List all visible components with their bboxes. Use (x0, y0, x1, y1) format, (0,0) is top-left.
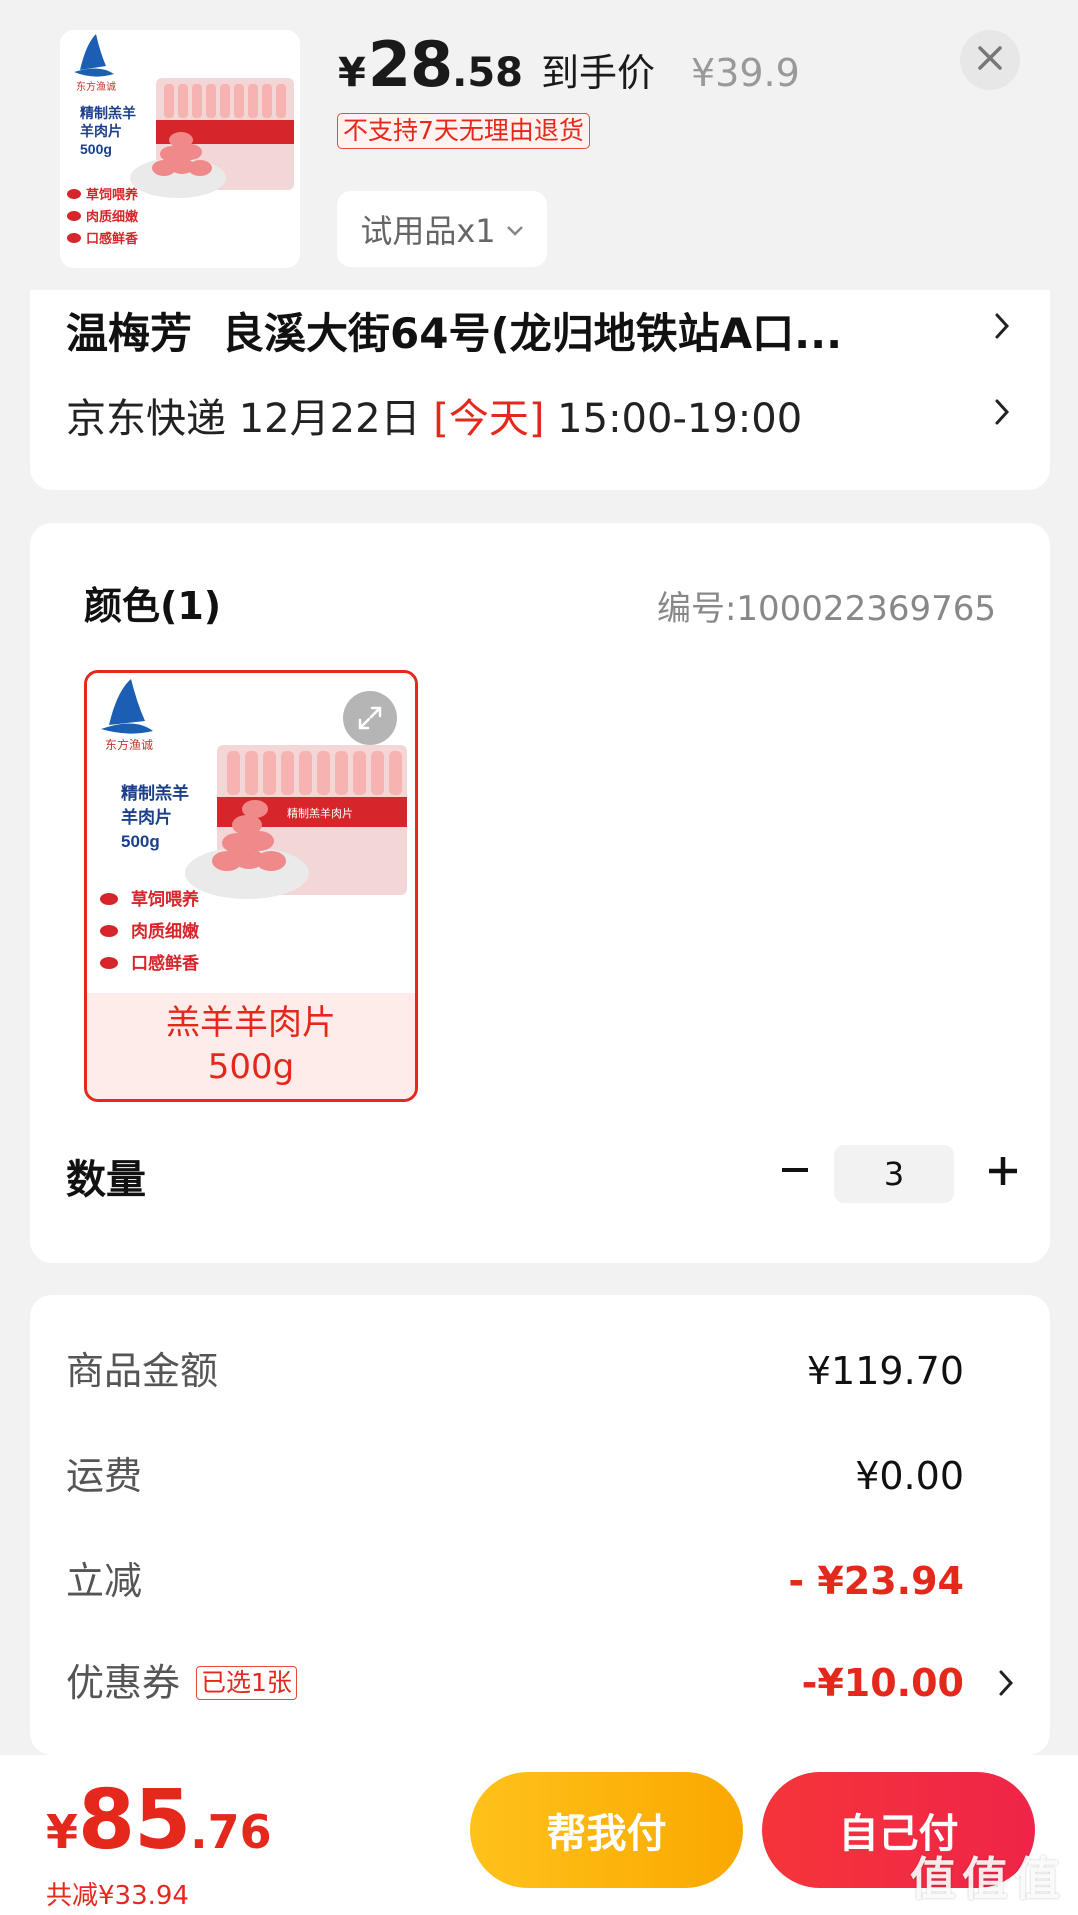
variant-option-selected[interactable]: 东方渔诚 精制羔羊肉片 精制羔羊 羊肉片 500g 草饲喂养 肉质细嫩 口感鲜香… (84, 670, 418, 1102)
currency-symbol: ¥ (338, 50, 366, 96)
svg-text:草饲喂养: 草饲喂养 (86, 187, 139, 202)
time-window: 15:00-19:00 (557, 396, 803, 442)
shipping-chevron-right-icon[interactable] (994, 394, 1010, 435)
shipping-row[interactable]: 京东快递 12月22日 [今天] 15:00-19:00 (66, 386, 802, 444)
svg-text:精制羔羊: 精制羔羊 (121, 783, 189, 803)
total-price: ¥85.76 (46, 1773, 272, 1868)
variant-selector-label: 试用品x1 (360, 212, 496, 250)
expand-icon[interactable] (343, 691, 397, 745)
coupon-label: 优惠券 (66, 1661, 181, 1705)
product-code: 编号:100022369765 (656, 589, 996, 629)
total-integer: 85 (78, 1773, 191, 1868)
svg-text:羊肉片: 羊肉片 (80, 123, 122, 139)
product-header: 东方渔诚 精制羔羊 羊肉片 500g 草饲喂养 肉质细嫩 口感鲜香 ¥ 28 .… (0, 0, 1078, 305)
price-decimal: .58 (452, 50, 523, 96)
quantity-input[interactable]: 3 (834, 1145, 954, 1203)
svg-text:精制羔羊: 精制羔羊 (80, 105, 136, 121)
svg-text:东方渔诚: 东方渔诚 (105, 737, 153, 752)
svg-text:500g: 500g (121, 832, 160, 851)
total-savings: 共减¥33.94 (46, 1881, 189, 1911)
svg-text:口感鲜香: 口感鲜香 (131, 953, 199, 973)
close-button[interactable] (960, 30, 1020, 90)
instant-discount-value: - ¥23.94 (788, 1559, 964, 1603)
chevron-down-icon (506, 215, 524, 243)
recipient-name: 温梅芳 (66, 309, 193, 358)
price-integer: 28 (367, 28, 453, 101)
delivery-card: 温梅芳 良溪大街64号(龙归地铁站A口... 京东快递 12月22日 [今天] 1… (30, 290, 1050, 490)
shipping-fee-value: ¥0.00 (855, 1454, 964, 1498)
shipping-fee-label: 运费 (66, 1454, 143, 1498)
variant-caption: 羔羊羊肉片 500g (87, 993, 415, 1099)
total-decimal: .76 (190, 1805, 272, 1859)
original-price: ¥39.9 (691, 51, 800, 95)
goods-amount-row: 商品金额 ¥119.70 (66, 1341, 1014, 1401)
help-me-pay-button[interactable]: 帮我付 (470, 1772, 743, 1888)
price-row: ¥ 28 .58 到手价 ¥39.9 (338, 28, 800, 101)
variant-selector[interactable]: 试用品x1 (337, 191, 547, 267)
variant-name: 羔羊羊肉片 (166, 1003, 336, 1043)
svg-text:口感鲜香: 口感鲜香 (86, 231, 139, 246)
watermark-url: zhizhizhi.com (969, 1899, 1064, 1915)
close-icon (977, 45, 1003, 75)
today-label: [今天] (433, 396, 545, 442)
quantity-decrease-button[interactable] (770, 1145, 820, 1195)
quantity-increase-button[interactable] (978, 1143, 1028, 1199)
address-chevron-right-icon[interactable] (994, 308, 1010, 349)
address-text: 良溪大街64号(龙归地铁站A口... (222, 309, 843, 358)
quantity-label: 数量 (66, 1157, 146, 1203)
variant-weight: 500g (207, 1047, 295, 1087)
checkout-bar: ¥85.76 共减¥33.94 帮我付 自己付 值值值 zhizhizhi.co… (0, 1755, 1078, 1915)
svg-text:肉质细嫩: 肉质细嫩 (131, 921, 200, 941)
svg-text:草饲喂养: 草饲喂养 (131, 889, 200, 909)
carrier: 京东快递 (66, 396, 226, 442)
address-row[interactable]: 温梅芳 良溪大街64号(龙归地铁站A口... (66, 300, 842, 361)
coupon-chevron-right-icon[interactable] (998, 1665, 1014, 1706)
total-currency: ¥ (46, 1805, 79, 1859)
svg-text:精制羔羊肉片: 精制羔羊肉片 (287, 806, 353, 820)
price-label: 到手价 (540, 51, 655, 95)
coupon-selected-badge: 已选1张 (196, 1665, 297, 1700)
svg-text:肉质细嫩: 肉质细嫩 (86, 209, 139, 224)
svg-text:羊肉片: 羊肉片 (121, 807, 172, 827)
delivery-date: 12月22日 (238, 396, 421, 442)
cost-summary-card: 商品金额 ¥119.70 运费 ¥0.00 立减 - ¥23.94 优惠券 已选1… (30, 1295, 1050, 1755)
spec-title: 颜色(1) (84, 584, 222, 628)
svg-text:500g: 500g (80, 141, 112, 157)
spec-card: 颜色(1) 编号:100022369765 东方渔诚 精制羔羊肉片 精制羔羊 羊… (30, 523, 1050, 1263)
svg-text:东方渔诚: 东方渔诚 (76, 80, 116, 93)
shipping-fee-row: 运费 ¥0.00 (66, 1446, 1014, 1506)
coupon-value: -¥10.00 (801, 1661, 964, 1705)
instant-discount-row: 立减 - ¥23.94 (66, 1551, 1014, 1611)
instant-discount-label: 立减 (66, 1559, 143, 1603)
goods-amount-label: 商品金额 (66, 1349, 219, 1393)
coupon-row[interactable]: 优惠券 已选1张 -¥10.00 (66, 1653, 1014, 1713)
goods-amount-value: ¥119.70 (806, 1349, 964, 1393)
product-thumbnail[interactable]: 东方渔诚 精制羔羊 羊肉片 500g 草饲喂养 肉质细嫩 口感鲜香 (60, 30, 300, 268)
coupon-label-group: 优惠券 已选1张 (66, 1653, 297, 1713)
return-policy-badge: 不支持7天无理由退货 (337, 113, 590, 149)
